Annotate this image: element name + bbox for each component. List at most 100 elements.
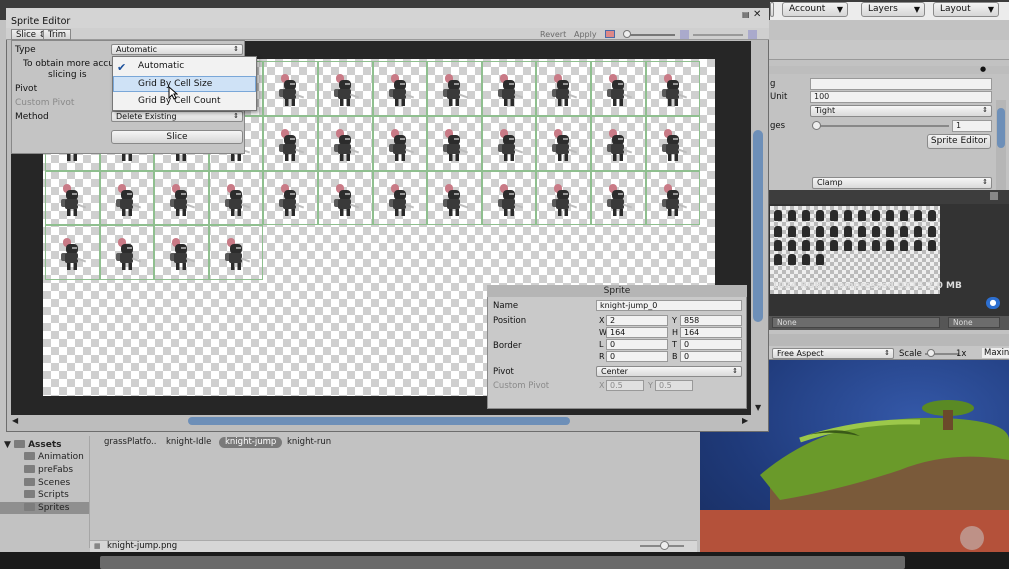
sprite-editor-titlebar[interactable] xyxy=(6,8,769,28)
method-dropdown[interactable]: Delete Existing ⇕ xyxy=(111,111,243,122)
scroll-down-icon[interactable]: ▼ xyxy=(755,403,761,412)
sprite-cell[interactable] xyxy=(481,61,537,116)
window-options-icon[interactable]: ▤ xyxy=(742,10,750,19)
inspector-scroll-thumb[interactable] xyxy=(997,108,1005,148)
size-w-field[interactable]: 164 xyxy=(606,327,668,338)
scroll-right-icon[interactable]: ▶ xyxy=(742,416,748,425)
sprite-cell[interactable] xyxy=(208,170,264,226)
border-l-field[interactable]: 0 xyxy=(606,339,668,350)
vertical-scroll-thumb[interactable] xyxy=(753,130,763,322)
border-r-field[interactable]: 0 xyxy=(606,351,668,362)
asset-knight-jump[interactable]: knight-jump xyxy=(219,437,283,448)
zoom-slider-track[interactable] xyxy=(625,34,675,36)
sprite-cell[interactable] xyxy=(45,225,100,281)
assetbundle-variant-dropdown[interactable]: None xyxy=(948,317,1000,328)
pixels-per-unit-field[interactable]: 100 xyxy=(810,91,992,103)
extrude-edges-field[interactable]: 1 xyxy=(952,120,992,132)
position-x-field[interactable]: 2 xyxy=(606,315,668,326)
sprite-cell[interactable] xyxy=(536,170,591,226)
play-controls-edge[interactable] xyxy=(770,2,774,17)
sprite-cell[interactable] xyxy=(481,170,537,226)
sprite-cell[interactable] xyxy=(591,115,646,171)
asset-grassplatform[interactable]: grassPlatfo.. xyxy=(98,437,162,448)
folder-sprites[interactable]: Sprites xyxy=(24,502,69,514)
layers-dropdown[interactable]: Layers ▼ xyxy=(861,2,925,17)
color-channel-icon[interactable] xyxy=(605,30,615,38)
sprite-editor-button[interactable]: Sprite Editor xyxy=(927,134,991,149)
lock-icon[interactable]: ● xyxy=(980,65,986,73)
sprite-cell[interactable] xyxy=(645,115,701,171)
inspector-field-empty[interactable] xyxy=(810,78,992,90)
knight-sprite xyxy=(115,238,141,271)
horizontal-scroll-thumb[interactable] xyxy=(188,417,570,425)
apply-button[interactable]: Apply xyxy=(574,29,597,40)
maximize-on-play-toggle[interactable]: Maxin xyxy=(982,348,1009,358)
sprite-cell[interactable] xyxy=(263,170,318,226)
knight-visor-part xyxy=(72,192,77,195)
asset-knight-idle[interactable]: knight-Idle xyxy=(160,437,217,448)
sprite-cell[interactable] xyxy=(318,115,373,171)
sprite-cell[interactable] xyxy=(427,170,482,226)
sprite-cell[interactable] xyxy=(45,170,100,226)
sprite-cell[interactable] xyxy=(154,170,209,226)
scroll-left-icon[interactable]: ◀ xyxy=(12,416,18,425)
revert-button[interactable]: Revert xyxy=(540,29,566,40)
folder-scenes[interactable]: Scenes xyxy=(24,477,70,489)
border-t-field[interactable]: 0 xyxy=(680,339,742,350)
extrude-slider-track[interactable] xyxy=(814,125,949,127)
trim-button[interactable]: Trim xyxy=(43,29,72,40)
sprite-cell[interactable] xyxy=(208,225,264,281)
folder-animation[interactable]: Animation xyxy=(24,451,84,463)
sprite-cell[interactable] xyxy=(372,170,428,226)
slice-button[interactable]: Slice xyxy=(111,130,243,144)
position-y-field[interactable]: 858 xyxy=(680,315,742,326)
sprite-editor-close-icon[interactable]: ✕ xyxy=(753,9,761,20)
sprite-cell[interactable] xyxy=(154,225,209,281)
sprite-cell[interactable] xyxy=(99,225,155,281)
mesh-type-dropdown[interactable]: Tight ⇕ xyxy=(810,105,992,117)
border-b-field[interactable]: 0 xyxy=(680,351,742,362)
pivot-dropdown[interactable]: Center ⇕ xyxy=(596,366,742,377)
sprite-name-field[interactable]: knight-jump_0 xyxy=(596,300,742,311)
sprite-cell[interactable] xyxy=(645,61,701,116)
menu-item-grid-by-cell-count[interactable]: Grid By Cell Count xyxy=(113,94,256,109)
mip-slider-track[interactable] xyxy=(693,34,743,36)
sprite-cell[interactable] xyxy=(591,61,646,116)
folder-prefabs[interactable]: preFabs xyxy=(24,464,73,476)
alpha-toggle-icon[interactable] xyxy=(680,30,689,39)
folder-scripts[interactable]: Scripts xyxy=(24,489,69,501)
sprite-cell[interactable] xyxy=(263,115,318,171)
sprite-cell[interactable] xyxy=(536,115,591,171)
extrude-slider-handle[interactable] xyxy=(812,121,821,130)
sprite-cell[interactable] xyxy=(536,61,591,116)
sprite-cell[interactable] xyxy=(427,115,482,171)
type-dropdown[interactable]: Automatic ⇕ xyxy=(111,44,243,55)
account-dropdown[interactable]: Account ▼ xyxy=(782,2,848,17)
sprite-cell[interactable] xyxy=(263,61,318,116)
tag-icon[interactable]: ● xyxy=(986,297,1000,309)
size-h-field[interactable]: 164 xyxy=(680,327,742,338)
sprite-cell[interactable] xyxy=(645,170,701,226)
sprite-cell[interactable] xyxy=(318,61,373,116)
menu-item-automatic[interactable]: Automatic xyxy=(113,59,256,74)
icon-size-slider-handle[interactable] xyxy=(660,541,669,550)
sprite-cell[interactable] xyxy=(99,170,155,226)
zoom-slider-handle[interactable] xyxy=(623,30,631,38)
sprite-cell[interactable] xyxy=(591,170,646,226)
aspect-dropdown[interactable]: Free Aspect ⇕ xyxy=(772,348,894,359)
mip-icon[interactable] xyxy=(748,30,757,39)
sprite-cell[interactable] xyxy=(318,170,373,226)
folder-assets[interactable]: ▼ Assets xyxy=(4,439,62,451)
sprite-cell[interactable] xyxy=(481,115,537,171)
menu-item-grid-by-cell-size[interactable]: Grid By Cell Size xyxy=(113,77,256,92)
asset-knight-run[interactable]: knight-run xyxy=(281,437,337,448)
scale-slider-handle[interactable] xyxy=(927,349,935,357)
wrap-mode-dropdown[interactable]: Clamp ⇕ xyxy=(812,177,992,189)
layout-dropdown[interactable]: Layout ▼ xyxy=(933,2,999,17)
assetbundle-name-dropdown[interactable]: None xyxy=(772,317,940,328)
sprite-cell[interactable] xyxy=(372,115,428,171)
preview-alpha-icon[interactable] xyxy=(990,192,998,200)
sprite-cell[interactable] xyxy=(372,61,428,116)
play-overlay-icon[interactable] xyxy=(960,526,984,550)
sprite-cell[interactable] xyxy=(427,61,482,116)
